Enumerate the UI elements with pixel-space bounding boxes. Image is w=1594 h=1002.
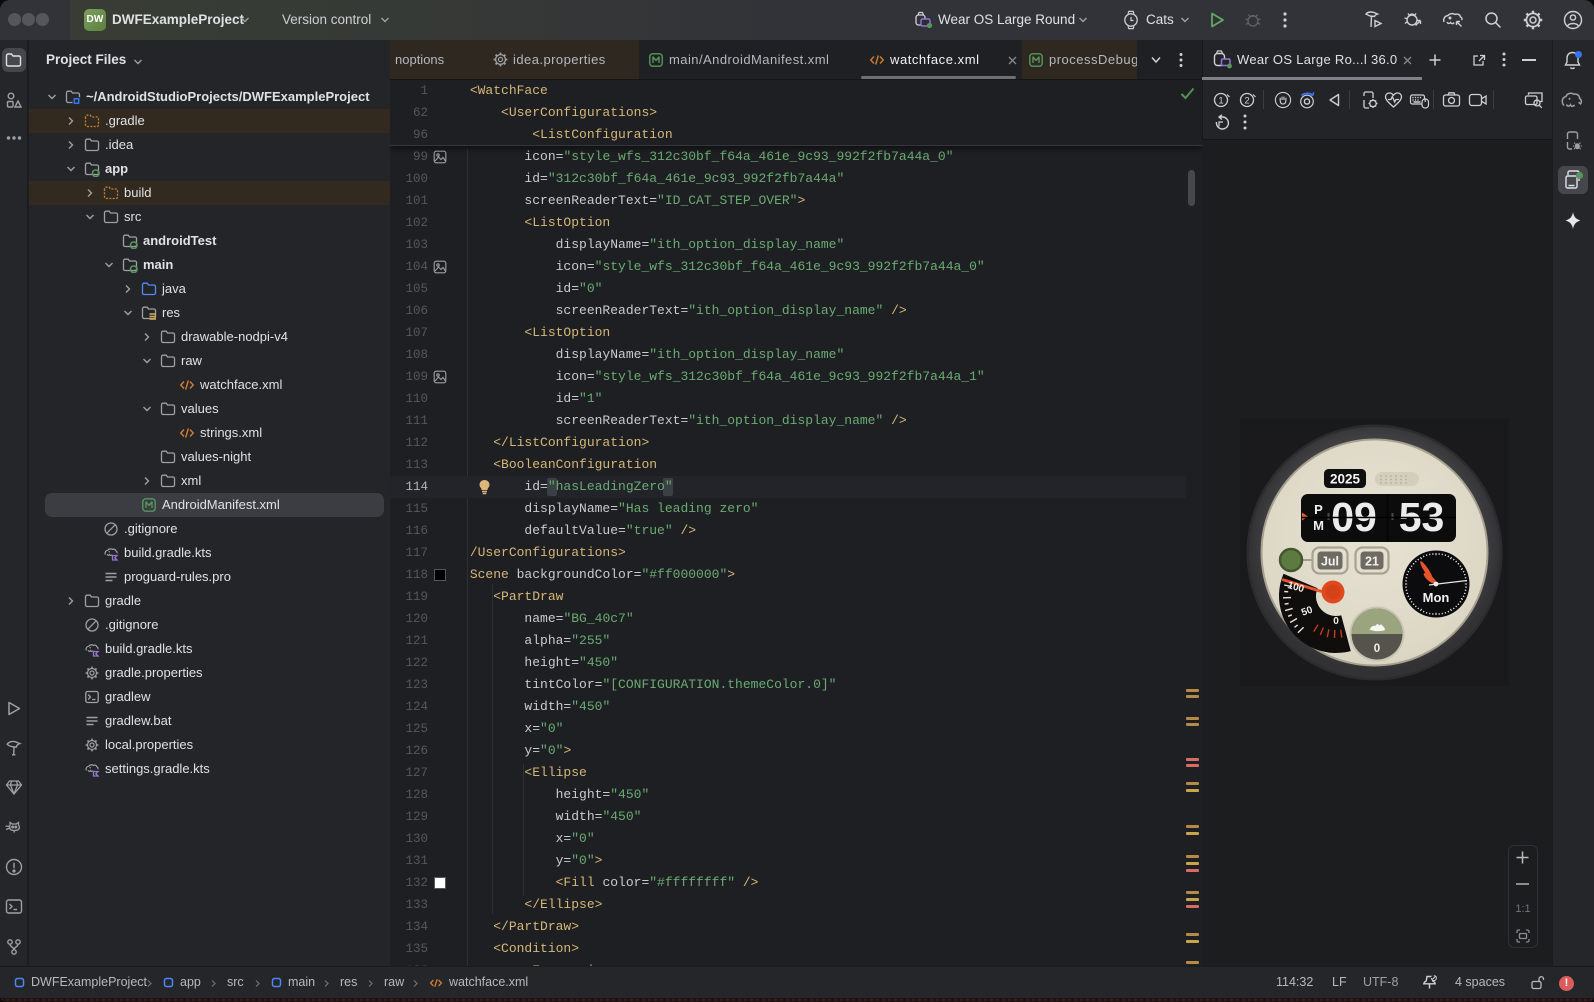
svg-text:P: P	[1314, 502, 1323, 517]
svg-text:Jul: Jul	[1321, 555, 1339, 569]
svg-text:1: 1	[1218, 96, 1223, 107]
svg-text:2025: 2025	[1330, 472, 1361, 487]
svg-text:M: M	[1313, 518, 1324, 533]
svg-text:0: 0	[1374, 643, 1380, 655]
svg-text:Mon: Mon	[1423, 590, 1450, 605]
svg-text:21: 21	[1365, 555, 1379, 569]
svg-text:2: 2	[1244, 96, 1249, 107]
svg-text:0: 0	[1333, 616, 1339, 627]
